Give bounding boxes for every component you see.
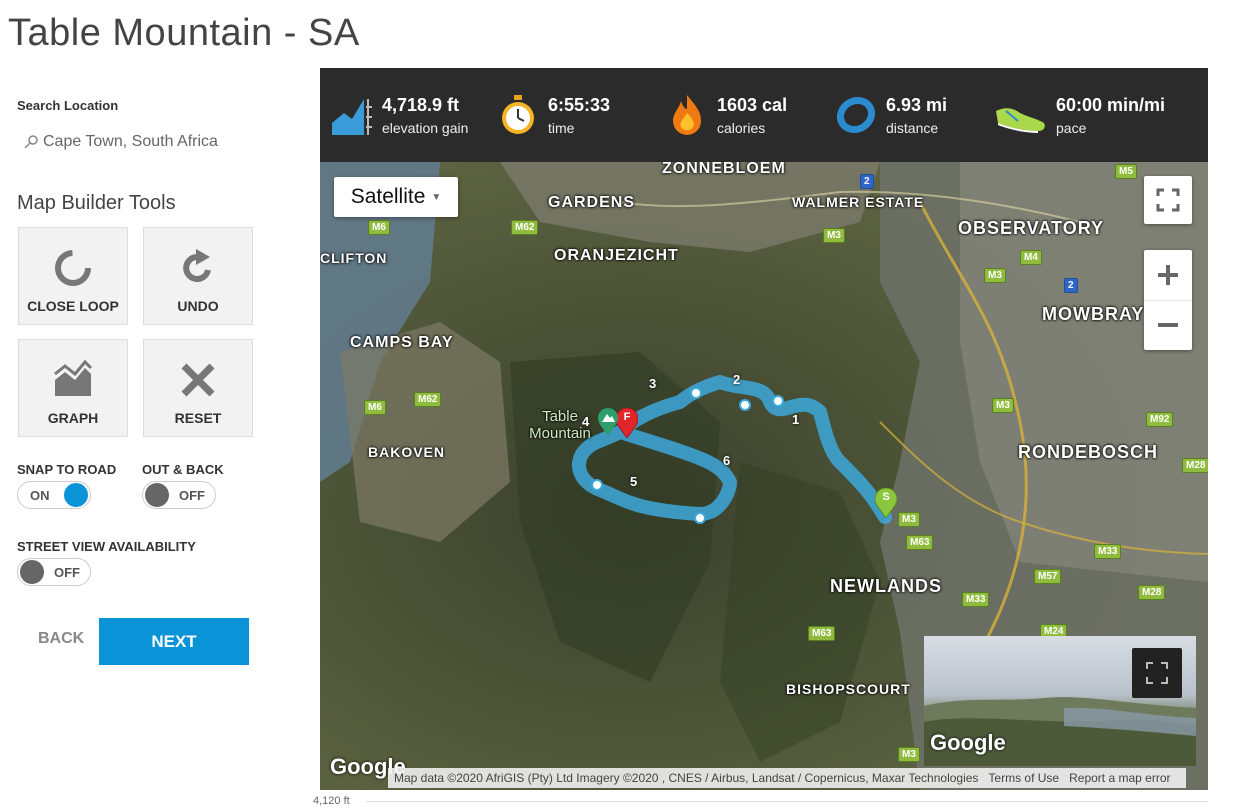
back-button[interactable]: BACK [38,630,84,648]
reset-button[interactable]: RESET [143,339,253,437]
out-and-back-state: OFF [179,487,205,503]
reset-label: RESET [174,410,222,426]
waypoint-node[interactable] [739,399,751,411]
waypoint-node[interactable] [591,479,603,491]
map-type-selector[interactable]: Satellite ▼ [334,177,458,217]
finish-marker[interactable]: F [615,407,639,439]
map-data-attribution: Map data ©2020 AfriGIS (Pty) Ltd Imagery… [394,771,979,785]
search-location-input[interactable]: Cape Town, South Africa [17,128,277,156]
waypoint-label: 6 [723,453,731,468]
close-loop-icon [55,250,91,286]
map-builder-tools-title: Map Builder Tools [17,192,176,214]
waypoint-node[interactable] [694,512,706,524]
snap-to-road-state: ON [30,487,50,503]
stat-label: elevation gain [382,119,469,136]
stat-elevation: 4,718.9 ft elevation gain [330,68,468,162]
stat-label: time [548,119,575,136]
zoom-out-button[interactable] [1144,301,1192,351]
stat-label: pace [1056,119,1087,136]
finish-marker-label: F [623,411,631,423]
close-loop-label: CLOSE LOOP [27,298,119,314]
street-view-fullscreen-button[interactable] [1132,648,1182,698]
waypoint-label: 3 [649,376,657,391]
toggle-knob [63,483,88,507]
fullscreen-icon [1146,662,1168,684]
waypoint-label: 5 [630,474,638,489]
graph-button[interactable]: GRAPH [18,339,128,437]
graph-icon [54,359,93,396]
snap-to-road-label: SNAP TO ROAD [17,462,117,477]
stat-value: 6.93 mi [886,94,948,115]
elevation-icon [332,99,372,135]
waypoint-node[interactable] [690,387,702,399]
route-map[interactable]: ZONNEBLOEM GARDENS WALMER ESTATE OBSERVA… [320,162,1208,790]
street-view-state: OFF [54,564,80,580]
stat-value: 4,718.9 ft [382,94,460,115]
plus-icon [1158,264,1178,285]
out-and-back-toggle[interactable]: OFF [142,481,216,509]
chevron-down-icon: ▼ [431,191,442,203]
peak-marker [598,408,618,436]
start-marker[interactable]: S [874,487,898,519]
zoom-in-button[interactable] [1144,250,1192,301]
waypoint-label: 2 [733,372,741,387]
stat-label: calories [717,119,766,136]
stat-label: distance [886,119,939,136]
stopwatch-icon [502,95,534,134]
toggle-knob [145,483,169,507]
graph-label: GRAPH [47,410,99,426]
stats-bar: 4,718.9 ft elevation gain 6:55:33 time 160… [320,68,1208,162]
stat-value: 60:00 min/mi [1056,94,1166,115]
distance-icon [836,96,876,134]
toggle-knob [20,560,44,584]
stat-time: 6:55:33 time [496,68,610,162]
flame-icon [673,95,701,135]
stat-pace: 60:00 min/mi pace [994,68,1165,162]
next-button[interactable]: NEXT [99,618,249,665]
undo-label: UNDO [177,298,219,314]
out-and-back-label: OUT & BACK [142,462,224,477]
minus-icon [1158,323,1178,328]
reset-icon [181,363,215,397]
google-logo: Google [930,730,1006,755]
waypoint-node[interactable] [772,395,784,407]
map-type-label: Satellite [350,185,426,208]
stat-value: 1603 cal [717,94,788,115]
search-location-label: Search Location [17,98,119,113]
undo-button[interactable]: UNDO [143,227,253,325]
street-view-toggle[interactable]: OFF [17,558,91,586]
stat-distance: 6.93 mi distance [834,68,947,162]
elevation-baseline [366,801,1208,802]
stat-value: 6:55:33 [548,94,611,115]
report-map-error-link[interactable]: Report a map error [1069,771,1170,785]
waypoint-label: 1 [792,412,800,427]
mountain-pin-icon [598,408,618,436]
fullscreen-button[interactable] [1144,176,1192,224]
close-loop-button[interactable]: CLOSE LOOP [18,227,128,325]
zoom-controls [1144,250,1192,350]
search-location-value: Cape Town, South Africa [43,133,218,150]
street-view-availability-label: STREET VIEW AVAILABILITY [17,539,196,554]
start-marker-label: S [882,491,890,503]
map-attribution: Map data ©2020 AfriGIS (Pty) Ltd Imagery… [388,768,1187,788]
fullscreen-icon [1156,188,1180,212]
search-icon [23,134,39,150]
shoe-icon [996,108,1045,133]
waypoint-label: 4 [582,414,590,429]
undo-icon [183,249,211,282]
page-title: Table Mountain - SA [8,12,360,54]
street-view-thumbnail[interactable]: Google [924,636,1196,766]
elevation-axis-label: 4,120 ft [313,795,350,807]
terms-of-use-link[interactable]: Terms of Use [988,771,1059,785]
snap-to-road-toggle[interactable]: ON [17,481,91,509]
stat-calories: 1603 cal calories [665,68,787,162]
